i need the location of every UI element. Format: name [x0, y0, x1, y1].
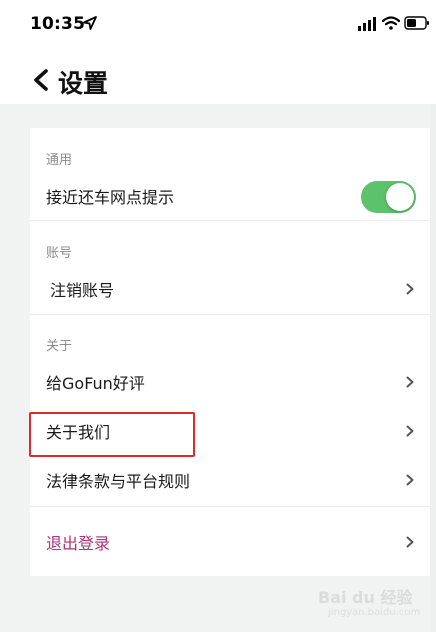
battery-icon	[404, 16, 429, 30]
watermark-text: Bai du 经验	[318, 588, 413, 607]
cellular-signal-icon	[358, 17, 376, 31]
setting-row-delete-account[interactable]: 注销账号	[30, 267, 430, 311]
location-arrow-icon	[83, 16, 97, 30]
divider	[30, 506, 430, 507]
setting-row-return-point-alert: 接近还车网点提示	[30, 174, 430, 218]
navigation-bar: 设置	[0, 56, 436, 104]
chevron-right-icon	[406, 425, 414, 437]
chevron-right-icon	[406, 536, 414, 548]
chevron-right-icon	[406, 474, 414, 486]
top-bar: 10:35 设置	[0, 0, 436, 104]
return-point-alert-toggle[interactable]	[361, 181, 416, 213]
logout-row[interactable]: 退出登录	[30, 520, 430, 564]
chevron-right-icon	[406, 283, 414, 295]
wifi-icon	[382, 16, 400, 30]
divider	[30, 314, 430, 315]
toggle-knob	[386, 183, 414, 211]
watermark: Bai du 经验 jingyan.baidu.com	[318, 580, 430, 622]
section-label-account: 账号	[46, 246, 73, 261]
setting-row-legal-terms[interactable]: 法律条款与平台规则	[30, 458, 430, 502]
status-time: 10:35	[30, 14, 86, 34]
divider	[30, 220, 430, 221]
annotation-highlight-box	[29, 412, 195, 457]
setting-row-rate-gofun[interactable]: 给GoFun好评	[30, 360, 430, 404]
setting-label-legal-terms: 法律条款与平台规则	[46, 472, 191, 491]
setting-label-delete-account: 注销账号	[50, 281, 115, 300]
right-edge-strip	[430, 104, 436, 632]
logout-label: 退出登录	[46, 534, 111, 553]
section-label-about: 关于	[46, 339, 73, 354]
section-label-general: 通用	[46, 153, 73, 168]
page-title: 设置	[58, 69, 109, 98]
settings-card: 通用 接近还车网点提示 账号 注销账号 关于 给GoFun好评 关于我们 法律条…	[30, 128, 430, 576]
setting-label-rate-gofun: 给GoFun好评	[46, 374, 145, 393]
chevron-right-icon	[406, 376, 414, 388]
back-chevron-icon[interactable]	[30, 68, 54, 92]
watermark-subtext: jingyan.baidu.com	[328, 607, 421, 618]
status-bar: 10:35	[0, 0, 436, 48]
setting-label-return-point-alert: 接近还车网点提示	[46, 188, 175, 207]
